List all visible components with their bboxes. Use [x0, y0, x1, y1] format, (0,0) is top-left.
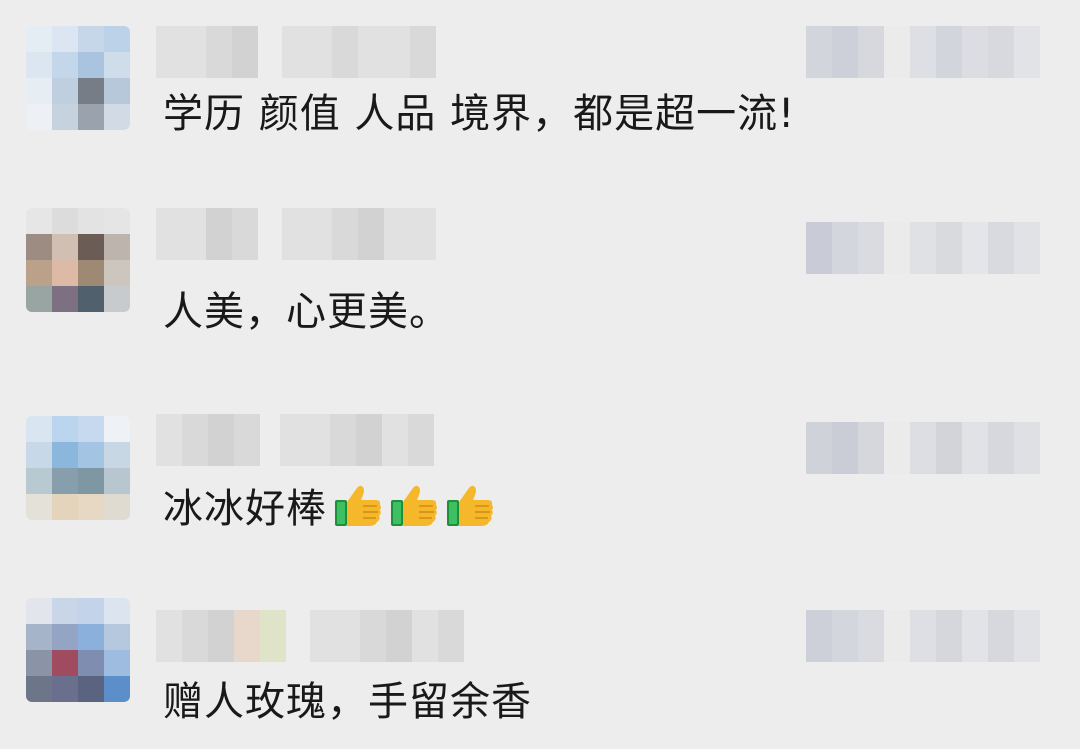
avatar-pixel — [26, 234, 52, 260]
avatar-pixel — [52, 650, 78, 676]
username-blurred[interactable] — [156, 208, 496, 260]
avatar-pixel — [52, 260, 78, 286]
avatar-pixel — [78, 494, 104, 520]
avatar-pixel — [52, 494, 78, 520]
avatar-pixel — [26, 416, 52, 442]
avatar-pixel — [52, 676, 78, 702]
avatar-pixel — [78, 208, 104, 234]
avatar-pixel — [26, 650, 52, 676]
avatar-pixel — [52, 234, 78, 260]
thumbs-up-icon — [333, 482, 383, 528]
avatar-pixel — [78, 286, 104, 312]
avatar-pixel — [52, 286, 78, 312]
avatar-pixel — [104, 650, 130, 676]
avatar-pixel — [104, 234, 130, 260]
avatar-pixel — [104, 208, 130, 234]
like-count-blurred[interactable] — [806, 422, 1040, 474]
thumbs-up-icon — [445, 482, 495, 528]
avatar[interactable] — [26, 416, 130, 520]
comment-text: 人美，心更美。 — [163, 289, 450, 335]
avatar-pixel — [78, 676, 104, 702]
avatar-pixel — [104, 468, 130, 494]
username-blurred[interactable] — [156, 414, 496, 466]
avatar-pixel — [78, 624, 104, 650]
avatar-pixel — [26, 598, 52, 624]
avatar-pixel — [52, 598, 78, 624]
avatar-pixel — [26, 624, 52, 650]
avatar-pixel — [52, 442, 78, 468]
avatar-pixel — [52, 468, 78, 494]
avatar-pixel — [104, 416, 130, 442]
avatar-pixel — [52, 416, 78, 442]
comment-text: 冰冰好棒 — [163, 482, 495, 533]
avatar-pixel — [26, 494, 52, 520]
avatar-pixel — [52, 624, 78, 650]
avatar-pixel — [26, 676, 52, 702]
avatar-pixel — [104, 598, 130, 624]
comment-text-content: 冰冰好棒 — [163, 486, 327, 532]
avatar-pixel — [78, 442, 104, 468]
avatar-pixel — [104, 676, 130, 702]
avatar-pixel — [78, 598, 104, 624]
avatar-pixel — [78, 650, 104, 676]
comment-item: 赠人玫瑰，手留余香 — [0, 0, 1080, 725]
thumbs-up-emoji-group — [327, 485, 495, 532]
avatar-pixel — [26, 468, 52, 494]
avatar-pixel — [52, 208, 78, 234]
avatar-pixel — [78, 234, 104, 260]
avatar-pixel — [26, 286, 52, 312]
like-count-blurred[interactable] — [806, 222, 1040, 274]
avatar-pixel — [26, 208, 52, 234]
avatar-pixel — [78, 260, 104, 286]
avatar-pixel — [104, 286, 130, 312]
avatar-pixel — [104, 442, 130, 468]
avatar[interactable] — [26, 208, 130, 312]
username-blurred[interactable] — [156, 610, 496, 662]
avatar-pixel — [26, 442, 52, 468]
avatar-pixel — [104, 624, 130, 650]
avatar-pixel — [78, 468, 104, 494]
thumbs-up-icon — [389, 482, 439, 528]
avatar-pixel — [104, 260, 130, 286]
like-count-blurred[interactable] — [806, 610, 1040, 662]
avatar-pixel — [78, 416, 104, 442]
comment-text: 赠人玫瑰，手留余香 — [163, 679, 532, 725]
avatar-pixel — [26, 260, 52, 286]
avatar[interactable] — [26, 598, 130, 702]
avatar-pixel — [104, 494, 130, 520]
